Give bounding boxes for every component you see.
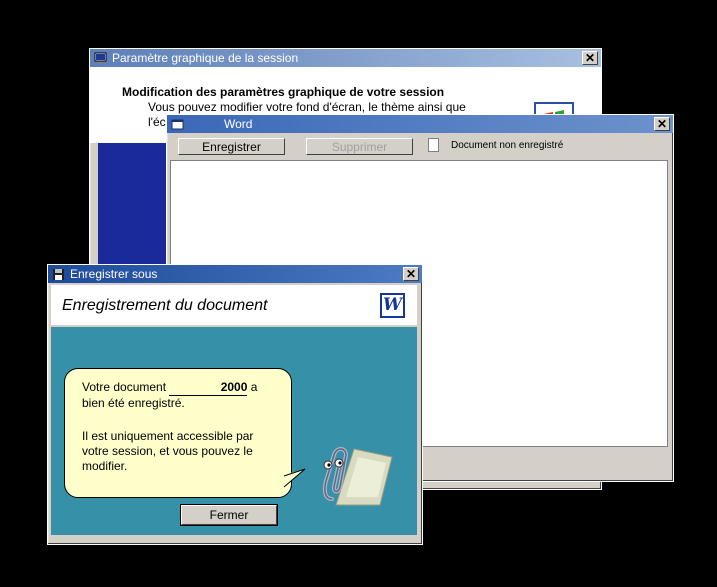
monitor-icon (94, 52, 107, 64)
settings-titlebar[interactable]: Paramètre graphique de la session ✕ (90, 49, 601, 67)
document-status: Document non enregistré (451, 140, 564, 151)
save-button[interactable]: Enregistrer (178, 138, 285, 155)
save-as-titlebar[interactable]: Enregistrer sous ✕ (48, 265, 422, 283)
word-close-button[interactable]: ✕ (654, 117, 670, 131)
settings-title: Paramètre graphique de la session (112, 51, 299, 65)
close-button[interactable]: Fermer (180, 504, 278, 526)
delete-button[interactable]: Supprimer (306, 138, 413, 155)
document-icon (428, 138, 439, 152)
save-as-title: Enregistrer sous (70, 267, 158, 281)
save-confirmation-text: Votre document 2000 a bien été enregistr… (82, 380, 282, 411)
document-number: 2000 (169, 380, 248, 396)
floppy-disk-icon (53, 268, 64, 280)
settings-close-button[interactable]: ✕ (582, 51, 598, 65)
word-toolbar: Enregistrer Supprimer Document non enreg… (170, 135, 670, 159)
paperclip-assistant-icon (322, 447, 393, 506)
save-as-body: Votre document 2000 a bien été enregistr… (51, 327, 417, 535)
word-title: Word (224, 117, 253, 131)
settings-heading: Modification des paramètres graphique de… (122, 85, 445, 99)
message-prefix: Votre document (82, 380, 170, 394)
save-as-heading: Enregistrement du document (62, 297, 268, 314)
word-logo-icon: W (380, 293, 405, 318)
word-titlebar[interactable]: Word ✕ (167, 115, 673, 133)
access-info-text: Il est uniquement accessible par votre s… (82, 429, 254, 473)
assistant-speech-bubble: Votre document 2000 a bien été enregistr… (64, 368, 292, 498)
save-as-dialog: Enregistrer sous ✕ Enregistrement du doc… (47, 264, 423, 545)
app-window-icon (171, 119, 184, 129)
save-as-close-button[interactable]: ✕ (403, 267, 419, 281)
save-as-header: Enregistrement du document W (51, 285, 417, 325)
